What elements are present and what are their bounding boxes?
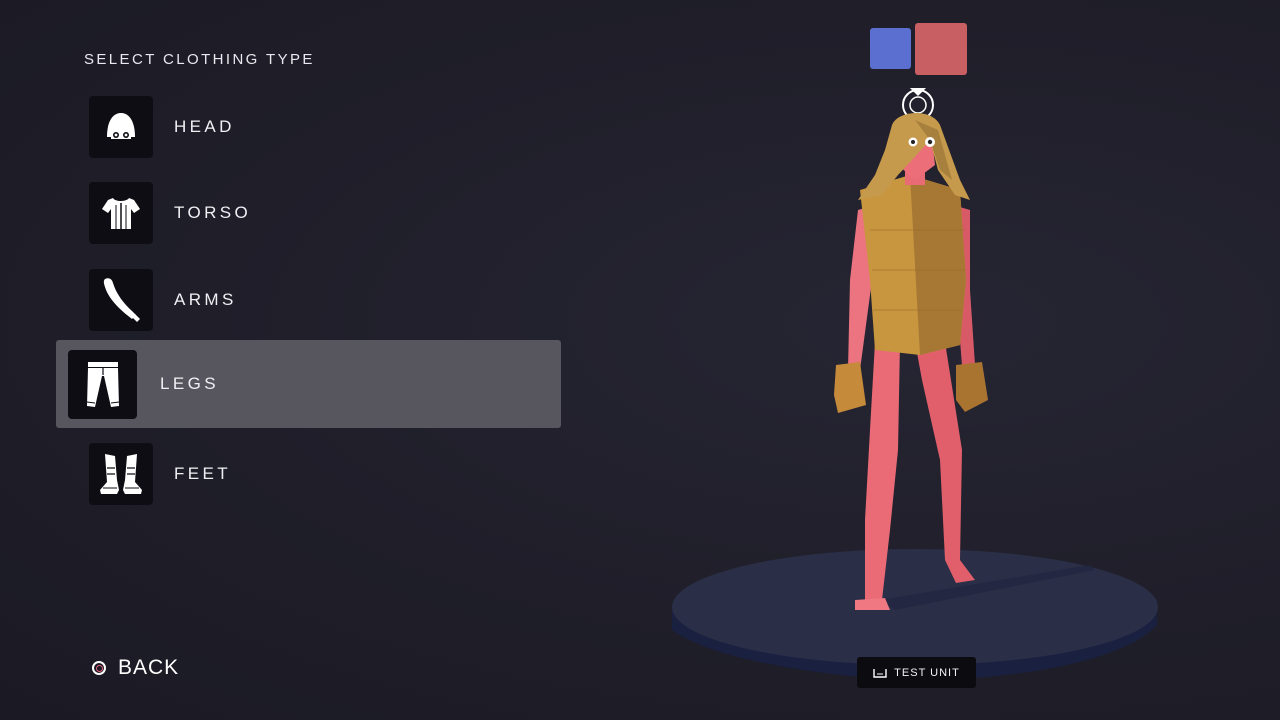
back-button[interactable]: BACK [92,656,179,680]
touchpad-icon [873,668,887,678]
category-feet[interactable]: FEET [56,430,561,518]
category-label: ARMS [174,290,237,309]
helmet-icon [89,96,153,158]
boots-icon [89,443,153,505]
category-label: HEAD [174,117,235,136]
category-head[interactable]: HEAD [56,83,561,171]
circle-button-icon [92,661,106,675]
test-unit-label: TEST UNIT [894,666,960,679]
category-arms[interactable]: ARMS [56,256,561,344]
category-label: FEET [174,464,232,483]
shirt-icon [89,182,153,244]
category-legs[interactable]: LEGS [56,340,561,428]
team-color-red[interactable] [915,23,967,75]
category-torso[interactable]: TORSO [56,169,561,257]
character-preview [672,88,1158,680]
team-color-blue[interactable] [870,28,911,69]
test-unit-button[interactable]: TEST UNIT [857,657,976,688]
pants-icon [68,349,137,419]
sleeve-icon [89,269,153,331]
category-label: LEGS [160,374,219,393]
category-label: TORSO [174,203,252,222]
menu-title: SELECT CLOTHING TYPE [84,51,315,68]
back-label: BACK [118,656,180,679]
clothing-select-screen: SELECT CLOTHING TYPE HEAD TORSO ARMS LEG… [0,0,1280,720]
